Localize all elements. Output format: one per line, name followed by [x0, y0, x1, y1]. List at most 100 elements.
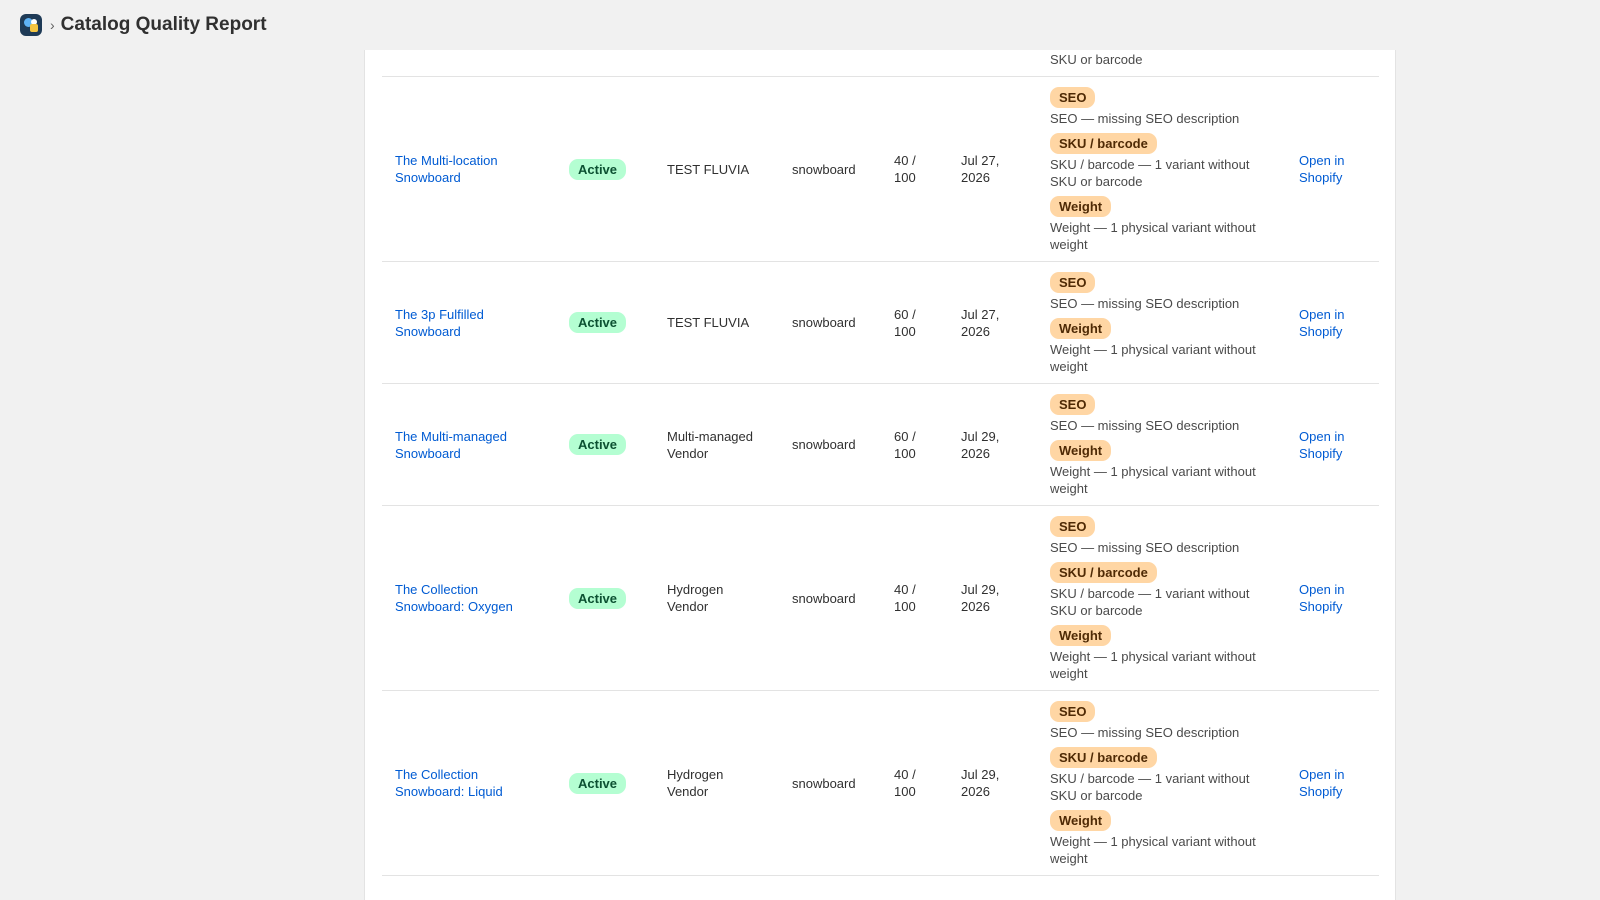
issue-description: SKU / barcode — 1 variant without SKU or… — [1050, 157, 1250, 189]
issue-badge: SKU / barcode — [1050, 562, 1157, 583]
table-row: SKU / barcode — 3 variants without SKU o… — [382, 50, 1379, 77]
open-in-shopify-link[interactable]: Open in Shopify — [1299, 153, 1345, 185]
open-in-shopify-link[interactable]: Open in Shopify — [1299, 429, 1345, 461]
issue-item: SEO SEO — missing SEO description — [1050, 392, 1273, 434]
cell-action: Open in Shopify — [1286, 690, 1379, 876]
issue-description: Weight — 1 physical variant without weig… — [1050, 649, 1256, 681]
cell-issues: SEO SEO — missing SEO description SKU / … — [1037, 690, 1286, 876]
issue-item: SEO SEO — missing SEO description — [1050, 270, 1273, 312]
cell-type: snowboard — [779, 76, 881, 262]
issue-item: SEO SEO — missing SEO description — [1050, 699, 1273, 741]
issue-description: SKU / barcode — 1 variant without SKU or… — [1050, 586, 1250, 618]
cell-vendor: Multi-managed Vendor — [654, 383, 779, 506]
cell-type: snowboard — [779, 383, 881, 506]
cell-score: 60 / 100 — [881, 383, 948, 506]
cell-type: snowboard — [779, 261, 881, 384]
table-row: The 3p Fulfilled Snowboard Active TEST F… — [382, 261, 1379, 384]
cell-title: The Multi-managed Snowboard — [382, 383, 556, 506]
cell-action: Open in Shopify — [1286, 261, 1379, 384]
cell-title: The Collection Snowboard: Liquid — [382, 690, 556, 876]
status-badge: Active — [569, 312, 627, 333]
issue-item: SKU / barcode SKU / barcode — 1 variant … — [1050, 560, 1273, 619]
table-row: The Collection Snowboard: Oxygen Active … — [382, 505, 1379, 691]
cell-type: snowboard — [779, 690, 881, 876]
product-title-link[interactable]: The Multi-location Snowboard — [395, 153, 498, 185]
cell-vendor: TEST FLUVIA — [654, 76, 779, 262]
issue-badge: SKU / barcode — [1050, 133, 1157, 154]
status-badge: Active — [569, 158, 627, 180]
issue-description: SEO — missing SEO description — [1050, 111, 1240, 126]
issue-badge: Weight — [1050, 440, 1112, 461]
issue-description: Weight — 1 physical variant without weig… — [1050, 464, 1256, 496]
issue-item: SEO SEO — missing SEO description — [1050, 85, 1273, 127]
open-in-shopify-link[interactable]: Open in Shopify — [1299, 582, 1345, 614]
cell-status: Active — [556, 261, 654, 384]
issue-badge: SEO — [1050, 272, 1096, 293]
issue-item: SKU / barcode SKU / barcode — 1 variant … — [1050, 745, 1273, 804]
issue-item: Weight Weight — 1 physical variant witho… — [1050, 623, 1273, 682]
issue-item: SEO SEO — missing SEO description — [1050, 514, 1273, 556]
cell-title: The Collection Snowboard: Oxygen — [382, 505, 556, 691]
issue-badge: Weight — [1050, 196, 1112, 217]
issue-badge: SKU / barcode — [1050, 747, 1157, 768]
issue-description: SEO — missing SEO description — [1050, 296, 1240, 311]
cell-status: Active — [556, 76, 654, 262]
cell-issues: SEO SEO — missing SEO description Weight… — [1037, 383, 1286, 506]
issue-description: SEO — missing SEO description — [1050, 418, 1240, 433]
cell-updated: Jul 29, 2026 — [948, 383, 1037, 506]
cell-score: 40 / 100 — [881, 76, 948, 262]
cell-title: The 3p Fulfilled Snowboard — [382, 261, 556, 384]
issue-badge: SEO — [1050, 87, 1096, 108]
issue-description: SEO — missing SEO description — [1050, 540, 1240, 555]
cell-vendor: TEST FLUVIA — [654, 261, 779, 384]
cell-score: 60 / 100 — [881, 261, 948, 384]
cell-type: snowboard — [779, 505, 881, 691]
table-row: The Multi-location Snowboard Active TEST… — [382, 76, 1379, 262]
cell-updated: Jul 29, 2026 — [948, 505, 1037, 691]
table-row: The Collection Snowboard: Liquid Active … — [382, 690, 1379, 876]
cell-issues: SEO SEO — missing SEO description SKU / … — [1037, 76, 1286, 262]
cell-updated: Jul 29, 2026 — [948, 690, 1037, 876]
issue-badge: Weight — [1050, 318, 1112, 339]
issue-item: Weight Weight — 1 physical variant witho… — [1050, 316, 1273, 375]
issue-item: Weight Weight — 1 physical variant witho… — [1050, 194, 1273, 253]
cell-score: 40 / 100 — [881, 505, 948, 691]
report-card: SKU / barcode — 3 variants without SKU o… — [364, 50, 1396, 900]
issue-badge: SEO — [1050, 394, 1096, 415]
cell-action: Open in Shopify — [1286, 505, 1379, 691]
cell-status: Active — [556, 690, 654, 876]
issue-description: Weight — 1 physical variant without weig… — [1050, 220, 1256, 252]
cell-vendor: Hydrogen Vendor — [654, 690, 779, 876]
app-logo-icon[interactable] — [20, 14, 42, 36]
cell-score: 40 / 100 — [881, 690, 948, 876]
cell-vendor: Hydrogen Vendor — [654, 505, 779, 691]
table-row: The Multi-managed Snowboard Active Multi… — [382, 383, 1379, 506]
cell-issues: SEO SEO — missing SEO description SKU / … — [1037, 505, 1286, 691]
breadcrumb-chevron-icon: › — [50, 17, 55, 33]
cell-issues: SEO SEO — missing SEO description Weight… — [1037, 261, 1286, 384]
cell-action: Open in Shopify — [1286, 76, 1379, 262]
issue-item: Weight Weight — 1 physical variant witho… — [1050, 808, 1273, 867]
product-title-link[interactable]: The Collection Snowboard: Liquid — [395, 767, 503, 799]
open-in-shopify-link[interactable]: Open in Shopify — [1299, 307, 1345, 339]
open-in-shopify-link[interactable]: Open in Shopify — [1299, 767, 1345, 799]
page-title: Catalog Quality Report — [60, 14, 267, 35]
issue-badge: SEO — [1050, 516, 1096, 537]
issue-description: SEO — missing SEO description — [1050, 725, 1240, 740]
issue-badge: SEO — [1050, 701, 1096, 722]
cell-updated: Jul 27, 2026 — [948, 261, 1037, 384]
status-badge: Active — [569, 587, 627, 609]
cell-updated: Jul 27, 2026 — [948, 76, 1037, 262]
top-bar: › Catalog Quality Report — [0, 0, 1600, 50]
status-badge: Active — [569, 434, 627, 455]
cell-status: Active — [556, 383, 654, 506]
products-table: SKU / barcode — 3 variants without SKU o… — [382, 50, 1379, 876]
product-title-link[interactable]: The Collection Snowboard: Oxygen — [395, 582, 513, 614]
product-title-link[interactable]: The Multi-managed Snowboard — [395, 429, 507, 461]
issue-badge: Weight — [1050, 810, 1112, 831]
product-title-link[interactable]: The 3p Fulfilled Snowboard — [395, 307, 484, 339]
cell-action: Open in Shopify — [1286, 383, 1379, 506]
issue-description: Weight — 1 physical variant without weig… — [1050, 834, 1256, 866]
issue-description: SKU / barcode — 1 variant without SKU or… — [1050, 771, 1250, 803]
issue-description: Weight — 1 physical variant without weig… — [1050, 342, 1256, 374]
